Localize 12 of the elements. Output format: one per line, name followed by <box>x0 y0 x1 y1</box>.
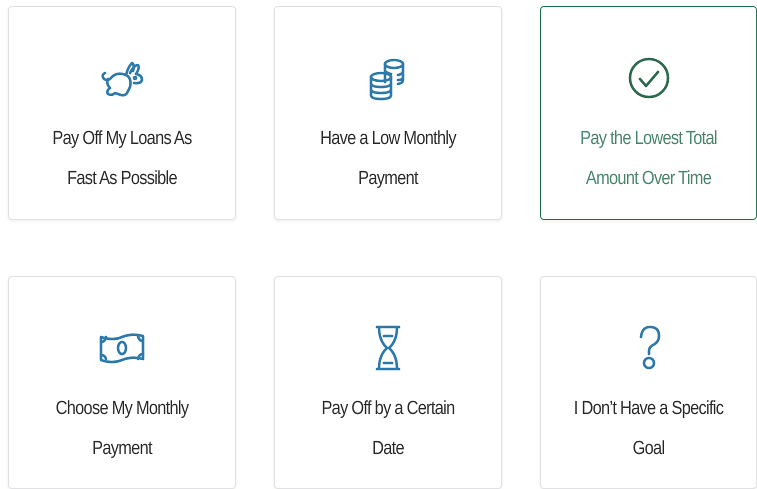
goal-label: Have a Low Monthly Payment <box>319 127 458 191</box>
goal-option-card[interactable]: Have a Low Monthly Payment <box>274 6 502 220</box>
goal-label: Pay Off by a Certain Date <box>320 397 456 461</box>
goal-option-card[interactable]: Choose My Monthly Payment <box>8 276 236 489</box>
goal-option-card[interactable]: I Don’t Have a Specific Goal <box>540 276 757 489</box>
goal-label: I Don’t Have a Specific Goal <box>573 397 724 461</box>
goal-option-card[interactable]: Pay Off My Loans As Fast As Possible <box>8 6 236 220</box>
goal-option-card[interactable]: Pay the Lowest Total Amount Over Time <box>540 6 757 220</box>
goal-label: Choose My Monthly Payment <box>54 397 190 461</box>
goal-option-card[interactable]: Pay Off by a Certain Date <box>274 276 502 489</box>
goal-label: Pay Off My Loans As Fast As Possible <box>51 127 193 191</box>
goal-label: Pay the Lowest Total Amount Over Time <box>579 127 718 191</box>
